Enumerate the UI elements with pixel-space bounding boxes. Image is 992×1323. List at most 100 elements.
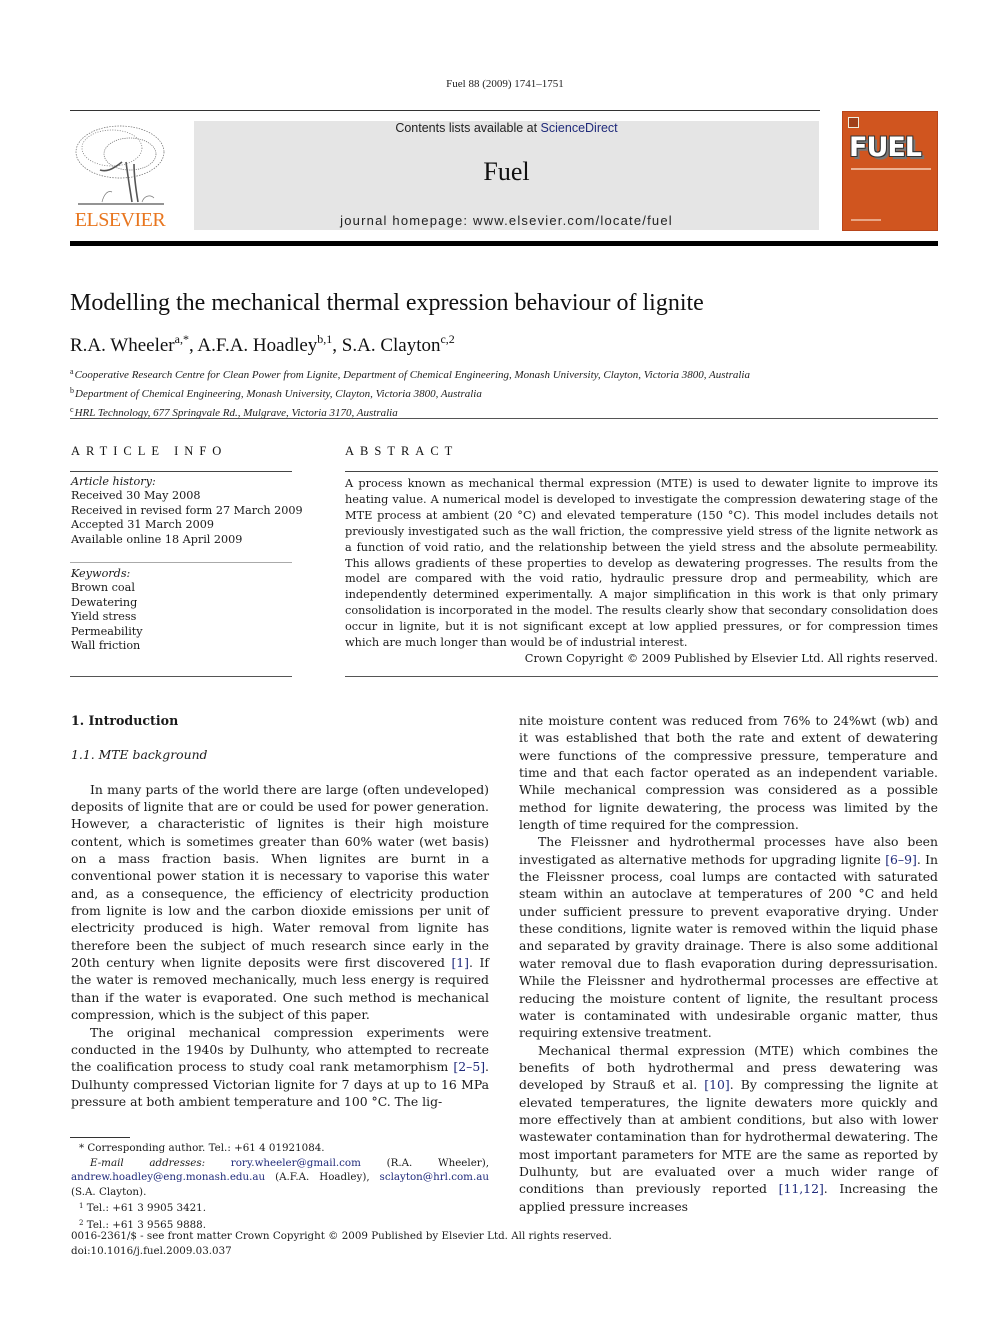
email-owner: (A.F.A. Hoadley), (265, 1171, 380, 1183)
author[interactable]: R.A. Wheelera,* (70, 332, 189, 356)
affiliation-text: Department of Chemical Engineering, Mona… (75, 388, 482, 400)
sciencedirect-link[interactable]: ScienceDirect (541, 121, 618, 135)
author-separator: , (332, 335, 342, 356)
divider (345, 676, 938, 677)
email-owner: (S.A. Clayton). (71, 1185, 147, 1198)
affiliation-mark: a (70, 367, 74, 376)
email-link[interactable]: andrew.hoadley@eng.monash.edu.au (71, 1171, 265, 1183)
article-info-heading: ARTICLE INFO (71, 444, 228, 458)
paragraph-text: . In the Fleissner process, coal lumps a… (519, 851, 938, 1041)
history-label: Article history: (71, 475, 156, 488)
author[interactable]: A.F.A. Hoadleyb,1 (197, 332, 332, 356)
contents-line: Contents lists available at ScienceDirec… (194, 121, 819, 135)
keyword: Permeability (71, 624, 143, 638)
doi-link[interactable]: doi:10.1016/j.fuel.2009.03.037 (71, 1244, 612, 1259)
paragraph-text: . By compressing the lignite at elevated… (519, 1077, 938, 1197)
author-name: A.F.A. Hoadley (197, 335, 318, 356)
affiliation: bDepartment of Chemical Engineering, Mon… (70, 383, 750, 402)
history-item: Available online 18 April 2009 (71, 532, 243, 546)
body-column-right: nite moisture content was reduced from 7… (519, 712, 938, 1215)
cover-publisher-icon (848, 117, 859, 128)
elsevier-logo[interactable]: ELSEVIER (70, 120, 170, 232)
email-link[interactable]: rory.wheeler@gmail.com (231, 1157, 361, 1169)
citation-link[interactable]: [10] (704, 1077, 729, 1092)
divider (70, 418, 938, 419)
abstract: A process known as mechanical thermal ex… (345, 476, 938, 667)
elsevier-wordmark: ELSEVIER (74, 209, 166, 231)
running-head: Fuel 88 (2009) 1741–1751 (446, 78, 564, 90)
subsection-heading: 1.1. MTE background (71, 747, 208, 763)
journal-banner: Contents lists available at ScienceDirec… (194, 121, 819, 230)
paragraph-container: In many parts of the world there are lar… (71, 781, 489, 1111)
keyword: Wall friction (71, 639, 141, 653)
issn-line: 0016-2361/$ - see front matter Crown Cop… (71, 1230, 612, 1242)
history-item: Received 30 May 2008 (71, 489, 201, 503)
paragraph-text: The original mechanical compression expe… (71, 1024, 489, 1075)
author-affil-mark[interactable]: a,* (175, 332, 189, 346)
author-list: R.A. Wheelera,*, A.F.A. Hoadleyb,1, S.A.… (70, 332, 455, 357)
footnote-mark: 2 (79, 1218, 84, 1227)
keyword: Dewatering (71, 595, 138, 609)
elsevier-tree-icon (75, 125, 165, 205)
corresponding-author-note: * Corresponding author. Tel.: +61 4 0192… (79, 1142, 325, 1154)
divider (70, 676, 292, 677)
author-name: R.A. Wheeler (70, 335, 175, 356)
cover-footer-line (851, 219, 881, 221)
paragraph-container: nite moisture content was reduced from 7… (519, 712, 938, 1215)
body-paragraph: The Fleissner and hydrothermal processes… (519, 833, 938, 1041)
email-link[interactable]: sclayton@hrl.com.au (380, 1171, 489, 1183)
citation-link[interactable]: [1] (451, 955, 469, 970)
footnote-mark: 1 (79, 1202, 84, 1210)
keyword: Yield stress (71, 610, 137, 624)
citation-link[interactable]: [2–5] (453, 1059, 485, 1074)
contents-prefix: Contents lists available at (395, 121, 541, 135)
affiliation: aCooperative Research Centre for Clean P… (70, 364, 750, 383)
abstract-text: A process known as mechanical thermal ex… (345, 477, 938, 650)
body-column-left: 1. Introduction 1.1. MTE background In m… (71, 712, 489, 1110)
paragraph-text: In many parts of the world there are lar… (71, 781, 489, 971)
header-rule (70, 110, 820, 111)
email-owner: (R.A. Wheeler), (360, 1156, 489, 1169)
citation-link[interactable]: [6–9] (885, 852, 917, 867)
footnote-rule (70, 1137, 130, 1138)
email-label: E-mail addresses: (90, 1156, 206, 1169)
header-thick-rule (70, 241, 938, 246)
affiliation-mark: b (70, 386, 74, 395)
article-title: Modelling the mechanical thermal express… (70, 290, 704, 316)
article-history: Article history: Received 30 May 2008 Re… (71, 475, 303, 547)
body-paragraph: nite moisture content was reduced from 7… (519, 712, 938, 833)
author-affil-mark[interactable]: b,1 (317, 332, 332, 346)
author[interactable]: S.A. Claytonc,2 (341, 332, 455, 356)
footnotes: * Corresponding author. Tel.: +61 4 0192… (71, 1141, 489, 1232)
section-heading: 1. Introduction (71, 713, 179, 728)
keyword: Brown coal (71, 581, 135, 595)
divider (70, 562, 292, 563)
cover-title: FUEL (849, 132, 922, 163)
divider (345, 471, 938, 472)
divider (70, 471, 292, 472)
imprint: 0016-2361/$ - see front matter Crown Cop… (71, 1229, 612, 1258)
author-name: S.A. Clayton (341, 335, 441, 356)
keywords: Keywords: Brown coal Dewatering Yield st… (71, 567, 143, 653)
affiliation-text: Cooperative Research Centre for Clean Po… (74, 369, 750, 381)
journal-cover-thumbnail[interactable]: FUEL (842, 111, 938, 231)
affiliation-mark: c (70, 405, 74, 414)
abstract-heading: ABSTRACT (345, 444, 459, 458)
history-item: Received in revised form 27 March 2009 (71, 503, 303, 517)
affiliations: aCooperative Research Centre for Clean P… (70, 364, 750, 421)
history-item: Accepted 31 March 2009 (71, 518, 214, 532)
journal-homepage-link[interactable]: journal homepage: www.elsevier.com/locat… (194, 213, 819, 228)
paragraph-text: nite moisture content was reduced from 7… (519, 713, 938, 833)
body-paragraph: Mechanical thermal expression (MTE) whic… (519, 1042, 938, 1215)
paragraph-text: The Fleissner and hydrothermal processes… (519, 834, 938, 867)
abstract-copyright: Crown Copyright © 2009 Published by Else… (524, 651, 938, 665)
keywords-label: Keywords: (71, 567, 131, 580)
body-paragraph: In many parts of the world there are lar… (71, 781, 489, 1024)
journal-name: Fuel (483, 157, 530, 186)
author-affil-mark[interactable]: c,2 (440, 332, 454, 346)
citation-link[interactable]: [11,12] (779, 1181, 824, 1196)
email-note: E-mail addresses: rory.wheeler@gmail.com… (71, 1156, 489, 1200)
body-paragraph: The original mechanical compression expe… (71, 1024, 489, 1111)
footnote: 1 Tel.: +61 3 9905 3421. (71, 1199, 489, 1216)
cover-subtitle-line (851, 168, 931, 170)
